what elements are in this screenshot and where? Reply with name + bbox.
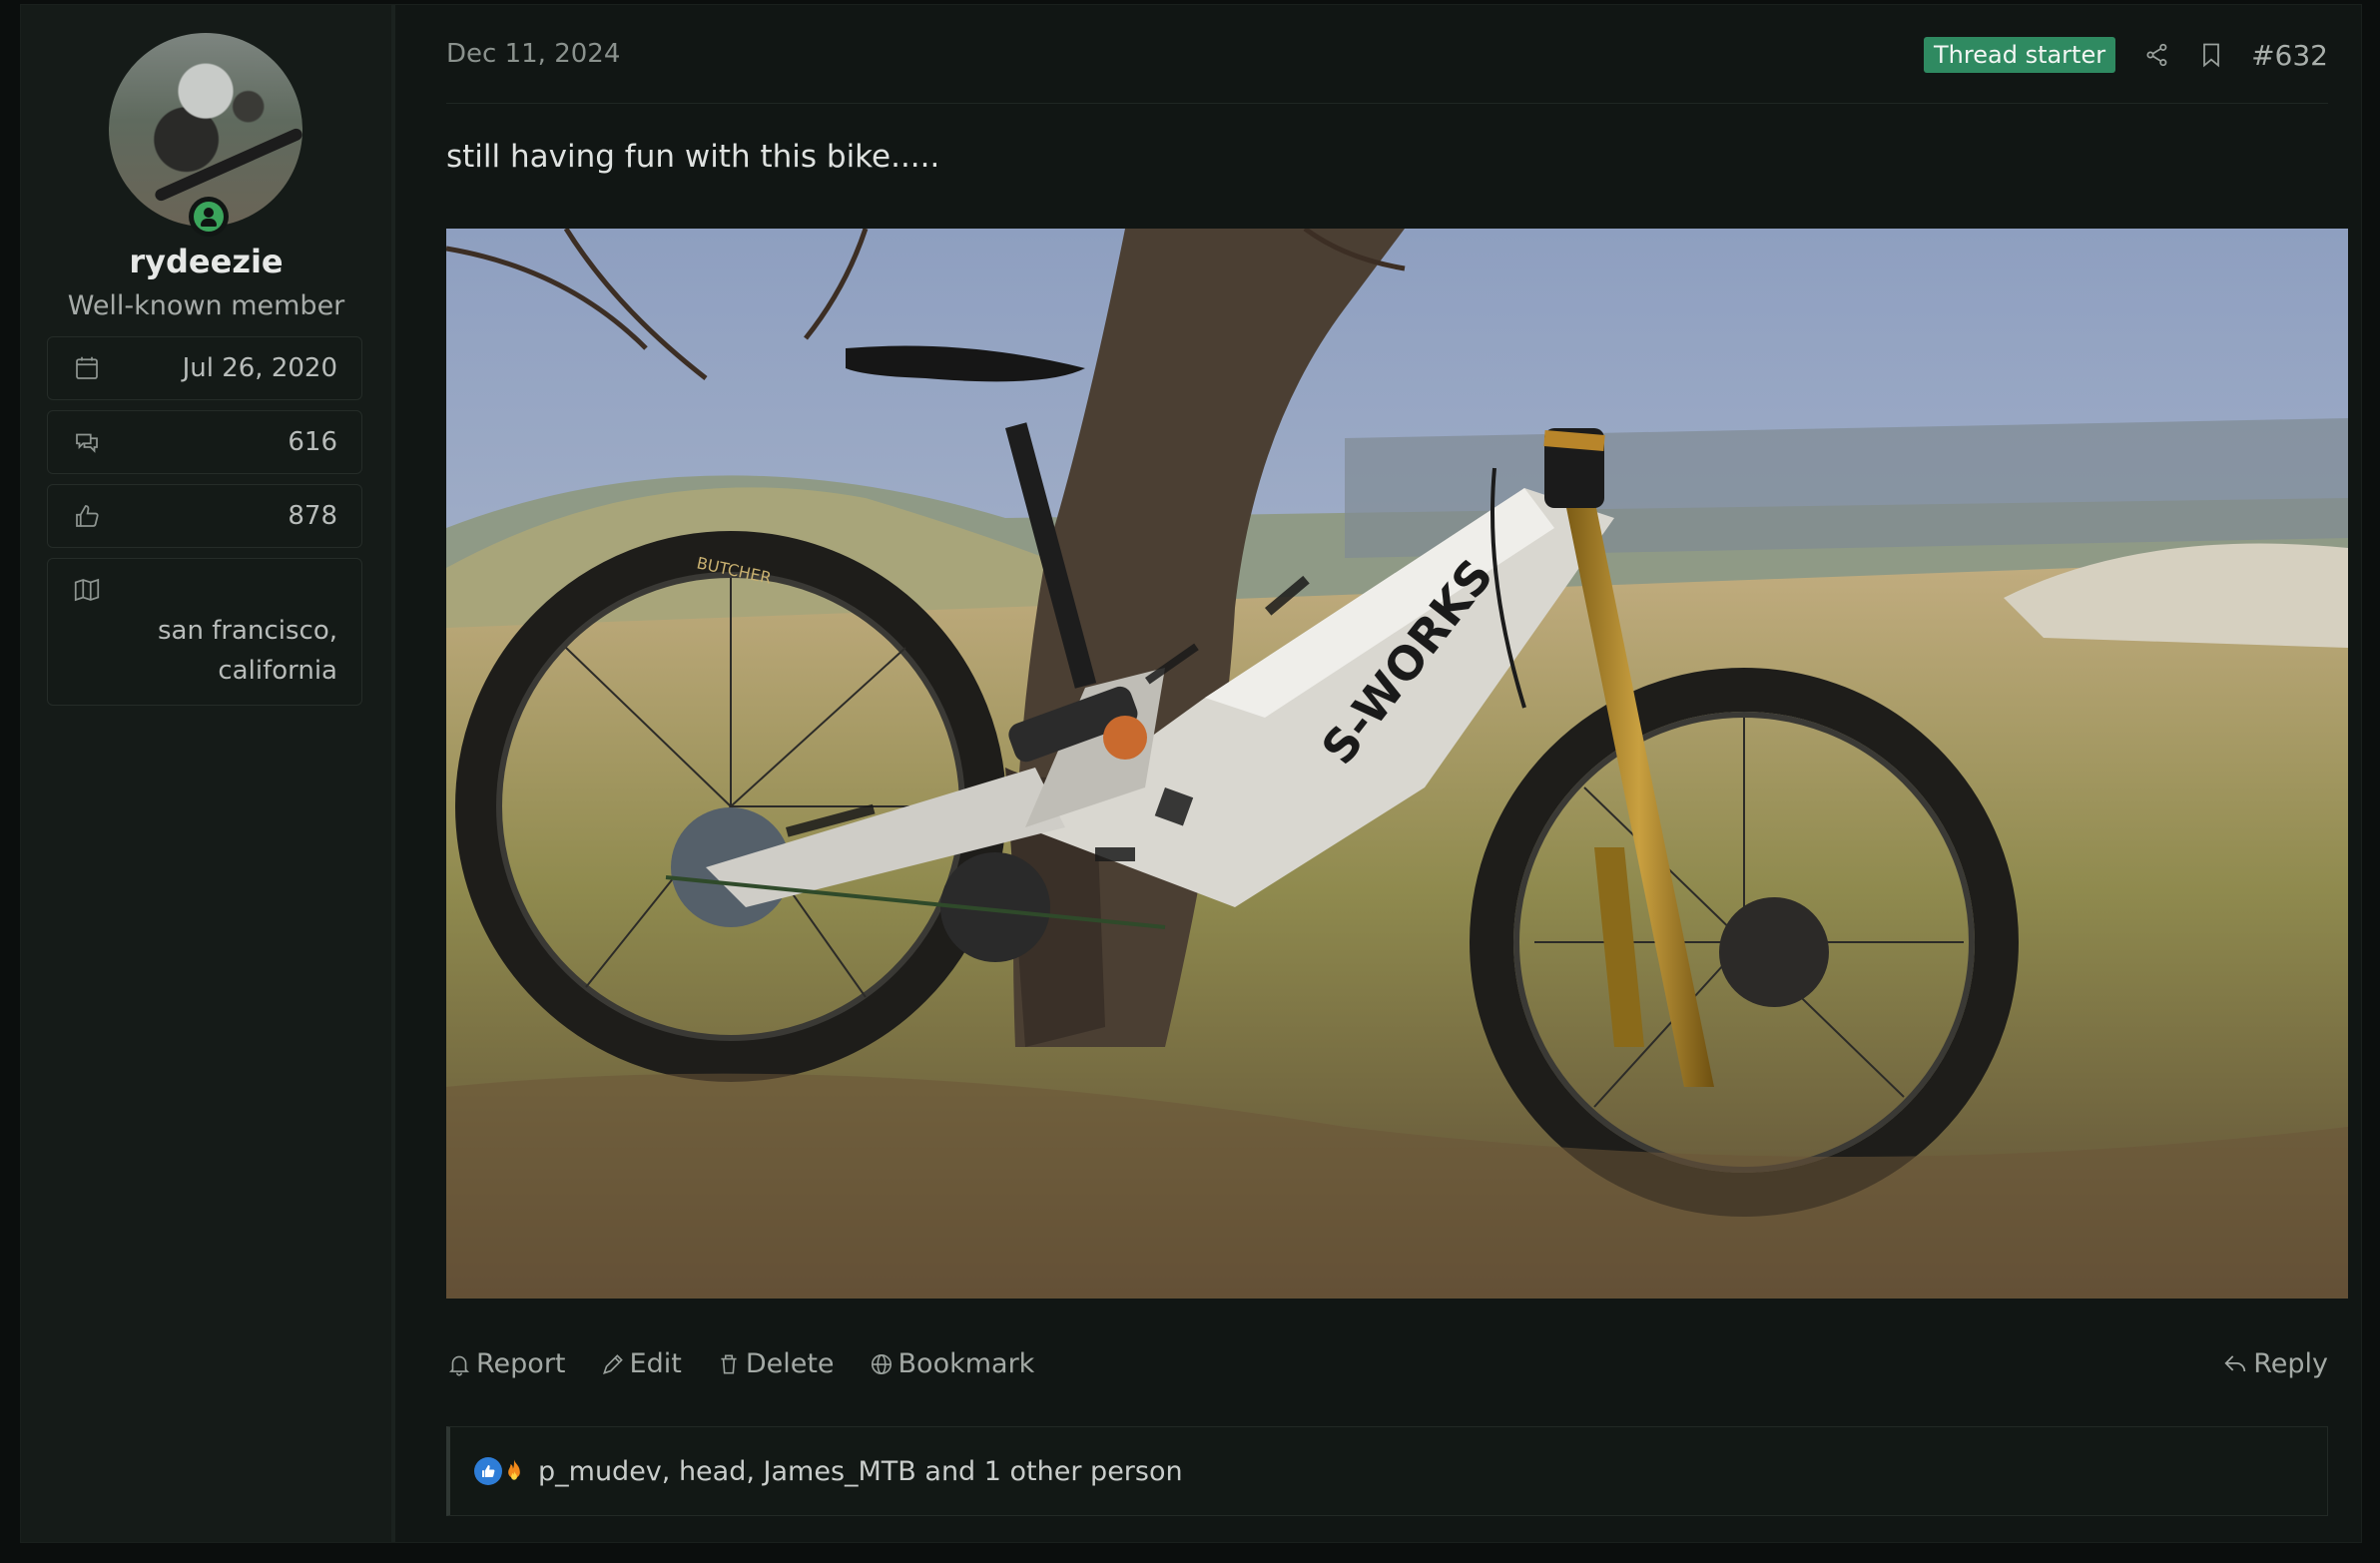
messages-count: 616 [288,427,337,457]
bike-photo-graphic: S-WORKS BUTCHER [446,229,2348,1299]
calendar-icon [76,356,98,379]
delete-button[interactable]: Delete [716,1348,835,1379]
messages-icon [76,433,98,453]
delete-label: Delete [745,1348,835,1379]
joined-date: Jul 26, 2020 [182,353,337,383]
pencil-icon [602,1353,623,1374]
post-content: Dec 11, 2024 Thread starter #632 still h… [446,5,2348,1542]
reply-label: Reply [2253,1348,2328,1379]
header-divider [446,103,2328,104]
edit-button[interactable]: Edit [600,1348,682,1379]
post-header-actions: Thread starter #632 [1924,37,2328,73]
reactions-text[interactable]: p_mudev, head, James_MTB and 1 other per… [538,1456,1183,1487]
like-icon [474,1457,502,1485]
share-icon[interactable] [2143,41,2171,69]
page: rydeezie Well-known member Jul 26, 2020 … [0,0,2380,1563]
post-date[interactable]: Dec 11, 2024 [446,39,620,69]
post-actions: Report Edit Delete Bookmark [446,1348,1068,1379]
bookmark-label: Bookmark [897,1348,1035,1379]
location-stat: san francisco, california [47,558,362,706]
report-button[interactable]: Report [446,1348,566,1379]
username-link[interactable]: rydeezie [21,243,391,280]
post-number-link[interactable]: #632 [2251,39,2328,72]
trash-icon [721,1354,737,1373]
reply-icon [2224,1354,2246,1371]
avatar-photo-detail [153,126,302,204]
thread-starter-badge: Thread starter [1924,37,2116,73]
reactions-stat: 878 [47,484,362,548]
edit-label: Edit [629,1348,682,1379]
bike-photo[interactable]: S-WORKS BUTCHER [446,229,2348,1299]
globe-icon [871,1353,892,1374]
fire-icon [508,1459,520,1480]
post-message: still having fun with this bike..... [446,139,940,175]
bell-icon [448,1355,470,1376]
user-title: Well-known member [67,290,345,321]
location-link[interactable]: san francisco, california [102,575,337,691]
messages-stat: 616 [47,410,362,474]
bookmark-button[interactable]: Bookmark [869,1348,1035,1379]
online-status-icon [189,197,229,237]
reactions-bar[interactable]: p_mudev, head, James_MTB and 1 other per… [446,1426,2328,1516]
report-label: Report [476,1348,566,1379]
forum-post: rydeezie Well-known member Jul 26, 2020 … [20,4,2362,1543]
map-icon [74,578,100,602]
user-sidebar: rydeezie Well-known member Jul 26, 2020 … [21,5,395,1542]
joined-stat: Jul 26, 2020 [47,336,362,400]
bookmark-icon[interactable] [2197,41,2225,69]
thumbs-up-icon [76,505,99,527]
reply-button[interactable]: Reply [2221,1348,2328,1379]
reactions-count: 878 [288,501,337,531]
